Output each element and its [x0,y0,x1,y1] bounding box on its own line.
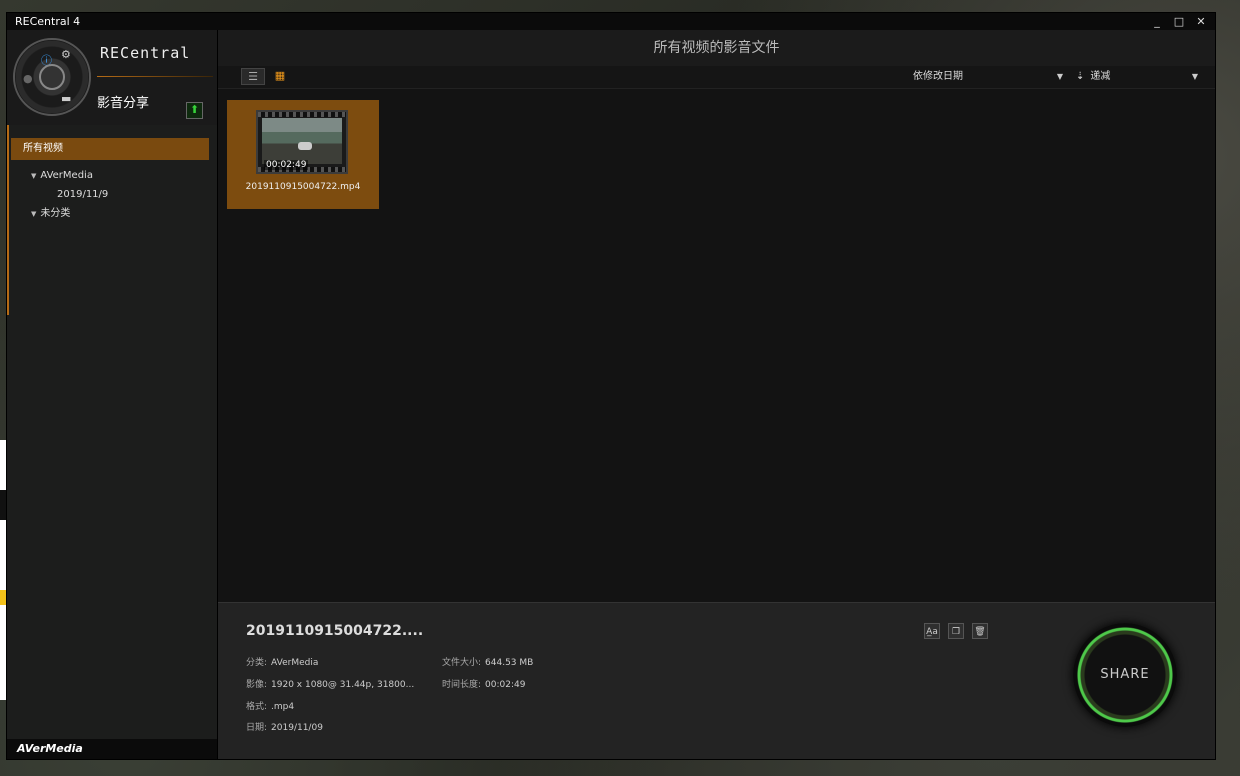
file-name: 2019110915004722.mp4 [245,182,361,192]
category-tree: 所有视频 ▼ AVerMedia 2019/11/9 ▼ 未分类 [7,138,217,223]
sort-order-dropdown[interactable]: ⇣ 递减 ▼ [1076,68,1198,85]
video-row: 影像: 1920 x 1080@ 31.44p, 31800... [246,677,414,690]
chevron-down-icon[interactable]: ▼ [31,172,36,180]
format-value: .mp4 [271,702,295,712]
size-label: 文件大小: [442,658,482,668]
format-row: 格式: .mp4 [246,699,294,712]
file-actions: A̲a ❐ 🗑 [924,623,988,639]
copy-icon[interactable]: ❐ [948,623,964,639]
nav-item-all-videos[interactable]: 所有视频 [11,138,209,160]
selected-file-title: 2019110915004722.... [246,623,424,639]
maximize-button[interactable]: □ [1173,13,1185,30]
duration-value: 00:02:49 [485,680,526,690]
chevron-down-icon: ▼ [1191,72,1198,81]
video-value: 1920 x 1080@ 31.44p, 31800... [271,680,415,690]
duration-row: 时间长度: 00:02:49 [442,677,525,690]
minimize-button[interactable]: _ [1151,13,1163,30]
nav-label: 2019/11/9 [57,189,109,200]
file-tile[interactable]: 00:02:49 2019110915004722.mp4 [227,100,379,209]
category-row: 分类: AVerMedia [246,655,318,668]
upload-icon[interactable]: ⬆ [186,102,203,119]
rename-icon[interactable]: A̲a [924,623,940,639]
video-thumbnail: 00:02:49 [256,110,348,174]
view-toolbar: ☰ ▦ 依修改日期 ▼ ⇣ 递减 ▼ [218,66,1215,89]
sort-by-value: 依修改日期 [913,71,963,82]
window-controls: _ □ ✕ [1151,13,1207,30]
sort-order-icon: ⇣ [1076,71,1085,82]
sidebar: ⓘ ⚙ ● ▬ RECentral 影音分享 ⬆ 所有视频 ▼ AVerMedia… [7,30,218,759]
nav-item-date[interactable]: 2019/11/9 [7,185,217,204]
main-panel: 所有视频的影音文件 ☰ ▦ 依修改日期 ▼ ⇣ 递减 ▼ 00:02:49 20… [218,30,1215,759]
dot-icon: ● [23,72,33,85]
date-label: 日期: [246,723,268,733]
nav-label: 所有视频 [23,143,63,154]
thumbnail-scene [262,118,342,164]
share-button[interactable]: SHARE [1073,623,1177,727]
gear-icon[interactable]: ⚙ [61,48,71,61]
duration-label: 时间长度: [442,680,482,690]
share-label: SHARE [1100,667,1150,682]
size-value: 644.53 MB [485,658,534,668]
dial-center [39,64,65,90]
nav-label: 未分类 [40,208,71,219]
date-value: 2019/11/09 [271,723,323,733]
window-title: RECentral 4 [15,15,81,28]
page-title: 所有视频的影音文件 [653,40,780,56]
close-button[interactable]: ✕ [1195,13,1207,30]
nav-item-uncategorized[interactable]: ▼ 未分类 [7,204,217,223]
section-title: 影音分享 [97,96,150,111]
sort-by-dropdown[interactable]: 依修改日期 ▼ [913,68,1063,85]
details-panel: 2019110915004722.... 分类: AVerMedia 影像: 192… [218,602,1215,759]
video-label: 影像: [246,680,268,690]
nav-item-avermedia[interactable]: ▼ AVerMedia [7,166,217,185]
file-grid: 00:02:49 2019110915004722.mp4 [227,100,379,209]
main-header: 所有视频的影音文件 [218,30,1215,66]
app-window: RECentral 4 _ □ ✕ ⓘ ⚙ ● ▬ RECentral 影音分享… [6,12,1216,760]
chevron-down-icon: ▼ [1056,72,1063,81]
thumbnail-car [298,142,312,150]
trash-icon[interactable]: 🗑 [972,623,988,639]
brand-divider [97,76,213,77]
category-label: 分类: [246,658,268,668]
film-strip [258,112,346,117]
category-value: AVerMedia [271,658,319,668]
footer-logo: AVerMedia [7,739,217,759]
logo-area: ⓘ ⚙ ● ▬ RECentral 影音分享 ⬆ [7,30,217,125]
title-bar: RECentral 4 _ □ ✕ [7,13,1215,30]
folder-icon[interactable]: ▬ [61,92,71,105]
brand-logo: RECentral [100,44,191,62]
duration-badge: 00:02:49 [264,160,309,170]
format-label: 格式: [246,702,268,712]
sort-order-value: 递减 [1090,71,1111,82]
chevron-down-icon[interactable]: ▼ [31,210,36,218]
nav-label: AVerMedia [40,170,93,181]
size-row: 文件大小: 644.53 MB [442,655,533,668]
grid-view-icon[interactable]: ▦ [268,68,292,85]
mode-dial[interactable]: ⓘ ⚙ ● ▬ [13,38,91,116]
list-view-icon[interactable]: ☰ [241,68,265,85]
date-row: 日期: 2019/11/09 [246,720,323,733]
